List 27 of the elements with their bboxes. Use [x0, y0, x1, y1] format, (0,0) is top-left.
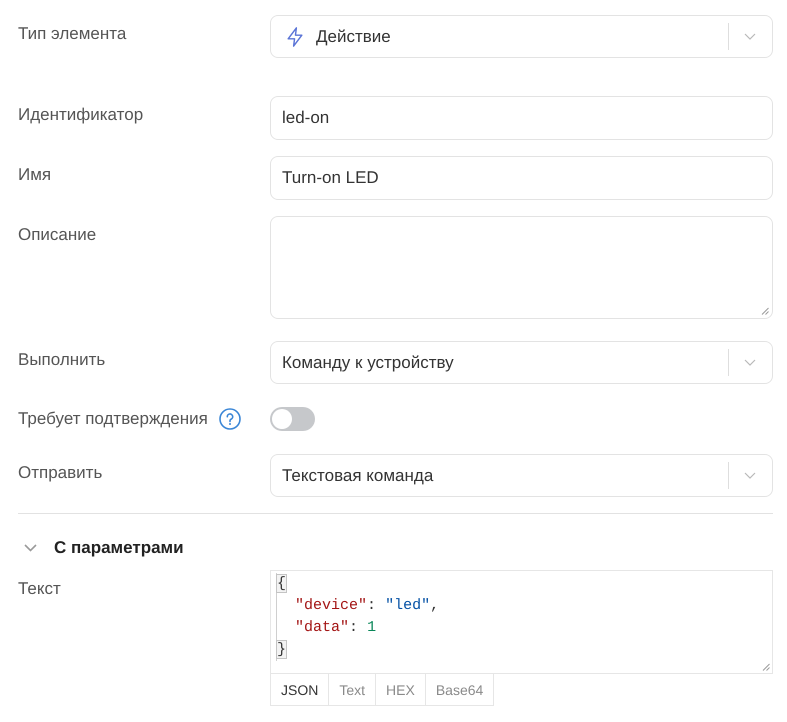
- dropdown[interactable]: Действие: [270, 15, 773, 58]
- dropdown[interactable]: Текстовая команда: [270, 454, 773, 497]
- section-header[interactable]: С параметрами: [18, 531, 184, 565]
- chevron-down-icon: [744, 472, 756, 479]
- text-input[interactable]: Turn-on LED: [270, 156, 773, 200]
- chevron-down-icon: [744, 359, 756, 366]
- field-label: Тип элемента: [18, 23, 126, 45]
- text-input[interactable]: led-on: [270, 96, 773, 140]
- field-label: Отправить: [18, 462, 102, 484]
- toggle-switch[interactable]: [270, 407, 315, 431]
- code-line: "device": "led",: [294, 596, 440, 616]
- chevron-down-icon: [744, 33, 756, 40]
- field-label: Имя: [18, 164, 52, 186]
- resize-grip-icon[interactable]: [762, 663, 770, 671]
- field-label: Требует подтверждения: [18, 408, 208, 430]
- textarea-field[interactable]: [270, 216, 773, 319]
- field-label: Идентификатор: [18, 104, 144, 126]
- field-label: Выполнить: [18, 349, 106, 371]
- chevron-down-icon: [24, 544, 37, 552]
- dropdown[interactable]: Команду к устройству: [270, 341, 773, 384]
- field-label: Текст: [18, 578, 61, 600]
- resize-grip-icon[interactable]: [761, 307, 769, 315]
- field-label: Описание: [18, 224, 96, 246]
- code-line: "data": 1: [294, 618, 376, 638]
- format-tab[interactable]: JSON: [270, 674, 330, 706]
- code-editor[interactable]: { "device": "led", "data": 1 }: [270, 570, 773, 674]
- help-icon[interactable]: [218, 408, 241, 430]
